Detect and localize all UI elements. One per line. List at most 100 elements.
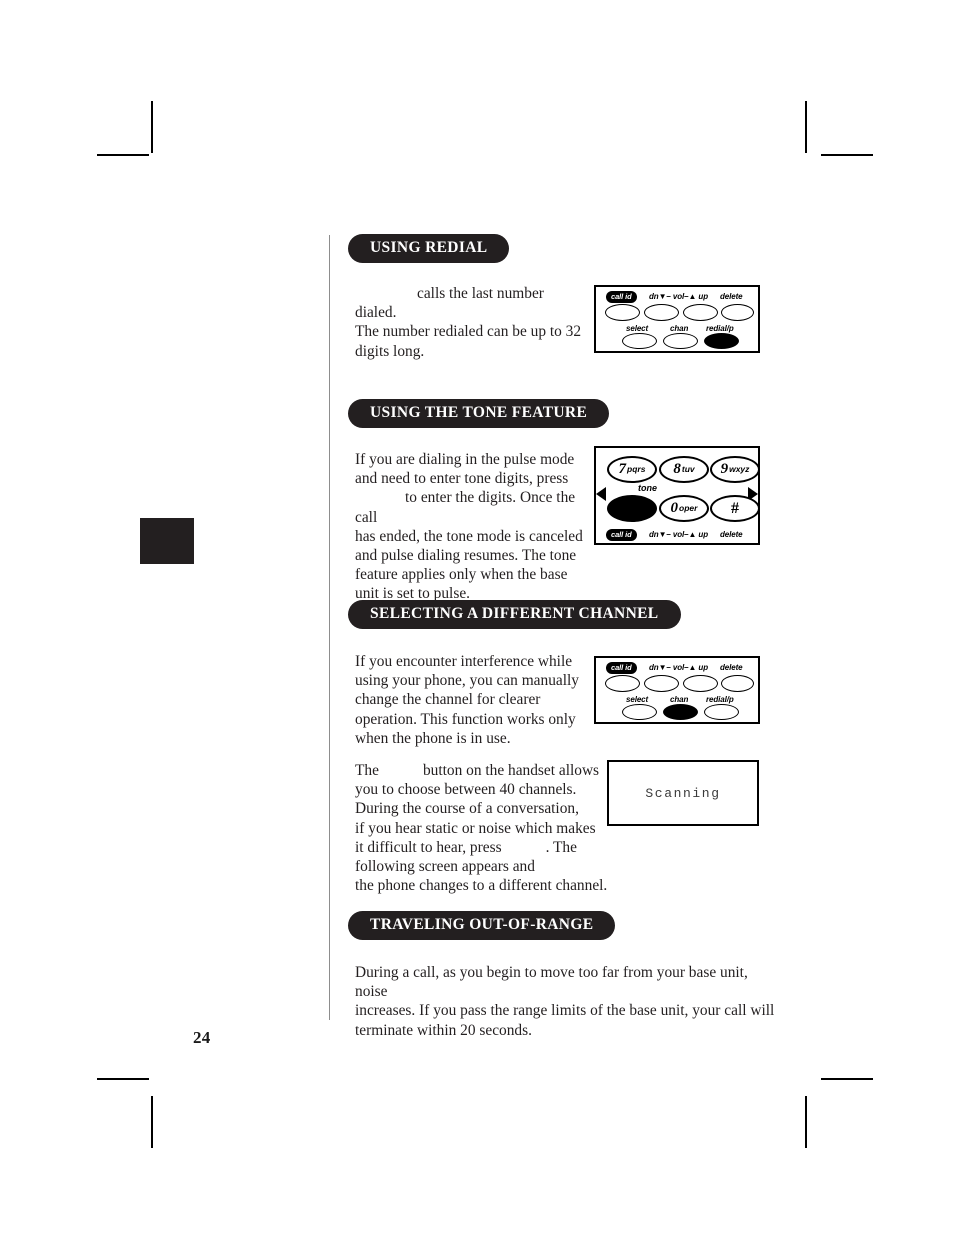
key-call-id[interactable] bbox=[605, 675, 640, 692]
label-call-id: call id bbox=[606, 662, 637, 674]
label-delete: delete bbox=[720, 291, 743, 301]
body-line-2: increases. If you pass the range limits … bbox=[355, 1002, 775, 1020]
section-heading-traveling-out-of-range: TRAVELING OUT-OF-RANGE bbox=[348, 911, 616, 941]
label-call-id: call id bbox=[606, 529, 637, 541]
body-line-3: During the course of a conversation, bbox=[355, 800, 579, 818]
figure-channel-button-panel: call id dn▼– vol–▲ up delete select chan… bbox=[594, 656, 760, 724]
paragraph-line: following screen appears and bbox=[355, 857, 695, 876]
label-delete: delete bbox=[720, 530, 743, 539]
key-volume-up[interactable] bbox=[683, 304, 718, 321]
key-volume-down[interactable] bbox=[644, 304, 679, 321]
body-line-4: if you hear static or noise which makes bbox=[355, 819, 596, 837]
body-text-selecting-channel: If you encounter interference while usin… bbox=[355, 652, 585, 748]
key-volume-up[interactable] bbox=[683, 675, 718, 692]
label-chan: chan bbox=[670, 695, 689, 704]
section-heading-selecting-a-different-channel: SELECTING A DIFFERENT CHANNEL bbox=[348, 600, 681, 630]
body-line-6: following screen appears and bbox=[355, 858, 535, 876]
body-line-5: when the phone is in use. bbox=[355, 729, 511, 747]
thumb-index-tab bbox=[140, 518, 194, 564]
paragraph-line: the phone changes to a different channel… bbox=[355, 876, 695, 895]
body-text-using-redial: calls the last number dialed. The number… bbox=[355, 284, 585, 361]
key-delete[interactable] bbox=[721, 304, 754, 321]
keypad-digit-8: 8 bbox=[673, 461, 681, 477]
body-line-2: using your phone, you can manually bbox=[355, 672, 579, 690]
keypad-letters-pqrs: pqrs bbox=[627, 464, 646, 475]
key-redial-p-highlighted[interactable] bbox=[704, 333, 739, 349]
body-text-tone-feature: If you are dialing in the pulse mode and… bbox=[355, 450, 585, 604]
keypad-key-0[interactable]: 0 oper bbox=[659, 495, 709, 522]
body-line-1: If you encounter interference while bbox=[355, 653, 573, 670]
paragraph-line: increases. If you pass the range limits … bbox=[355, 1001, 775, 1020]
label-volume-updown: dn▼– vol–▲ up bbox=[649, 291, 708, 301]
key-select[interactable] bbox=[622, 333, 657, 349]
key-delete[interactable] bbox=[721, 675, 754, 692]
key-chan[interactable] bbox=[663, 333, 698, 349]
body-line-3: digits long. bbox=[355, 342, 425, 360]
label-delete: delete bbox=[720, 662, 743, 672]
keypad-digit-7: 7 bbox=[618, 461, 627, 477]
key-select[interactable] bbox=[622, 704, 657, 720]
paragraph-line: it difficult to hear, press . The bbox=[355, 838, 695, 857]
paragraph-line: If you are dialing in the pulse mode bbox=[355, 450, 585, 469]
paragraph-line: digits long. bbox=[355, 342, 585, 361]
crop-mark-top-left-horizontal bbox=[97, 154, 149, 156]
label-volume-updown: dn▼– vol–▲ up bbox=[649, 530, 708, 539]
figure-lcd-screen: Scanning bbox=[607, 760, 759, 826]
paragraph-line: calls the last number dialed. bbox=[355, 284, 585, 322]
body-line-1a: The bbox=[355, 762, 379, 779]
body-line-6: feature applies only when the base bbox=[355, 566, 568, 584]
body-line-1: If you are dialing in the pulse mode bbox=[355, 451, 575, 468]
body-line-3: to enter the digits. Once the call bbox=[355, 489, 576, 526]
body-line-4: operation. This function works only bbox=[355, 710, 576, 728]
body-line-1b: button on the handset allows bbox=[422, 762, 600, 779]
body-text-traveling-out-of-range: During a call, as you begin to move too … bbox=[355, 963, 775, 1040]
keypad-key-tone-star-highlighted[interactable] bbox=[607, 495, 657, 522]
body-line-5: and pulse dialing resumes. The tone bbox=[355, 547, 577, 565]
body-line-5b: . The bbox=[545, 838, 577, 856]
label-volume-updown: dn▼– vol–▲ up bbox=[649, 662, 708, 672]
key-redial-p[interactable] bbox=[704, 704, 739, 720]
label-select: select bbox=[626, 695, 649, 704]
paragraph-line: when the phone is in use. bbox=[355, 729, 585, 748]
crop-mark-bottom-left-vertical bbox=[151, 1096, 153, 1148]
keypad-digit-9: 9 bbox=[720, 461, 729, 477]
key-call-id[interactable] bbox=[605, 304, 640, 321]
crop-mark-top-right-vertical bbox=[805, 101, 807, 153]
label-tone: tone bbox=[638, 483, 657, 493]
paragraph-line: using your phone, you can manually bbox=[355, 671, 585, 690]
section-heading-using-redial: USING REDIAL bbox=[348, 234, 510, 264]
keypad-digit-0: 0 bbox=[670, 500, 679, 516]
crop-mark-bottom-right-horizontal bbox=[821, 1078, 873, 1080]
keypad-key-7[interactable]: 7 pqrs bbox=[607, 456, 657, 483]
key-chan-highlighted[interactable] bbox=[663, 704, 698, 720]
keypad-key-9[interactable]: 9 wxyz bbox=[710, 456, 760, 483]
paragraph-line: During a call, as you begin to move too … bbox=[355, 963, 775, 1001]
paragraph-line: The number redialed can be up to 32 bbox=[355, 322, 585, 341]
keypad-digit-hash: # bbox=[731, 499, 739, 517]
body-line-7: the phone changes to a different channel… bbox=[355, 877, 608, 895]
paragraph-line: feature applies only when the base bbox=[355, 565, 585, 584]
paragraph-line: terminate within 20 seconds. bbox=[355, 1021, 775, 1040]
figure-tone-keypad: 7 pqrs 8 tuv 9 wxyz tone 0 oper # call id d… bbox=[594, 446, 760, 545]
label-chan: chan bbox=[670, 324, 689, 333]
keypad-key-hash[interactable]: # bbox=[710, 495, 760, 522]
lcd-screen-text: Scanning bbox=[645, 785, 721, 801]
body-line-1: calls the last number dialed. bbox=[355, 285, 544, 322]
body-line-5a: it difficult to hear, press bbox=[355, 838, 502, 856]
label-call-id: call id bbox=[606, 291, 637, 303]
crop-mark-top-right-horizontal bbox=[821, 154, 873, 156]
body-line-1: During a call, as you begin to move too … bbox=[355, 964, 748, 1001]
crop-mark-bottom-right-vertical bbox=[805, 1096, 807, 1148]
keypad-key-8[interactable]: 8 tuv bbox=[659, 456, 709, 483]
section-heading-using-the-tone-feature: USING THE TONE FEATURE bbox=[348, 399, 610, 429]
body-line-2: you to choose between 40 channels. bbox=[355, 781, 577, 799]
body-line-3: terminate within 20 seconds. bbox=[355, 1021, 532, 1039]
keypad-letters-tuv: tuv bbox=[681, 464, 695, 475]
column-rule bbox=[329, 235, 330, 1020]
key-volume-down[interactable] bbox=[644, 675, 679, 692]
page-number: 24 bbox=[193, 1028, 211, 1047]
body-line-2: and need to enter tone digits, press bbox=[355, 470, 569, 488]
paragraph-line: If you encounter interference while bbox=[355, 652, 585, 671]
label-select: select bbox=[626, 324, 649, 333]
body-line-2: The number redialed can be up to 32 bbox=[355, 323, 582, 341]
